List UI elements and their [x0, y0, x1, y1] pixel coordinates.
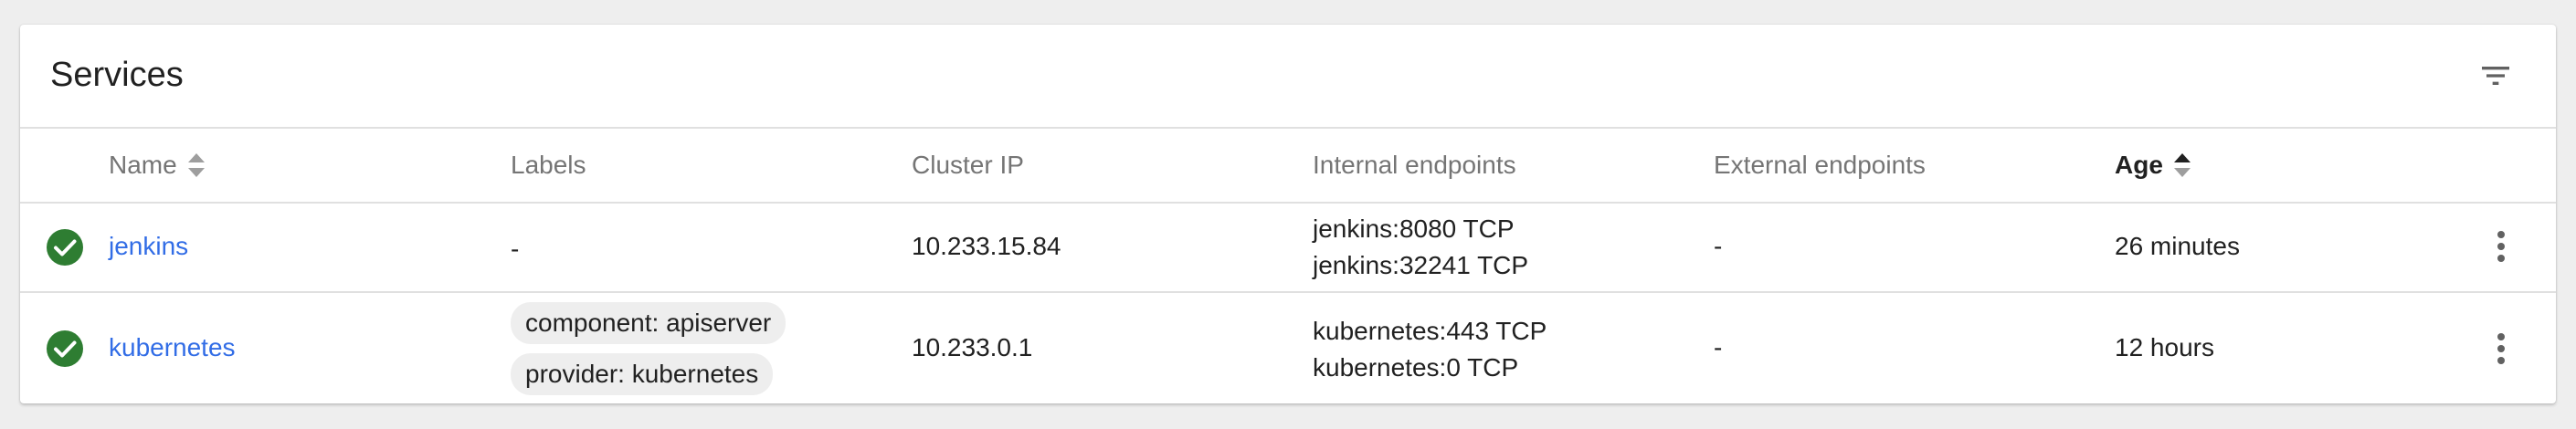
label-chip: provider: kubernetes — [511, 353, 774, 395]
more-vert-icon — [2497, 333, 2505, 364]
column-internal-endpoints: Internal endpoints — [1313, 151, 1516, 179]
column-labels: Labels — [511, 151, 586, 179]
check-circle-icon — [47, 330, 83, 367]
filter-list-icon — [2482, 67, 2509, 85]
card-title: Services — [50, 56, 184, 94]
table-row: jenkins - 10.233.15.84 jenkins:8080 TCP … — [20, 204, 2556, 293]
service-name-link[interactable]: jenkins — [109, 232, 188, 261]
row-actions-button[interactable] — [2488, 326, 2514, 371]
age-cell: 26 minutes — [2115, 232, 2240, 260]
internal-endpoint: kubernetes:0 TCP — [1313, 353, 1519, 382]
sort-arrows-icon[interactable] — [2172, 152, 2192, 179]
cluster-ip-cell: 10.233.0.1 — [912, 333, 1033, 361]
internal-endpoint: jenkins:32241 TCP — [1313, 251, 1529, 279]
filter-button[interactable] — [2470, 50, 2521, 101]
column-name[interactable]: Name — [109, 151, 206, 180]
cluster-ip-cell: 10.233.15.84 — [912, 232, 1061, 260]
column-name-label: Name — [109, 151, 177, 179]
internal-endpoints-cell: jenkins:8080 TCP jenkins:32241 TCP — [1313, 211, 1528, 284]
age-cell: 12 hours — [2115, 333, 2214, 361]
internal-endpoint: jenkins:8080 TCP — [1313, 214, 1515, 243]
services-card: Services Name Labels Cluster IP Internal… — [20, 25, 2556, 403]
external-endpoints-cell: - — [1714, 232, 1723, 260]
column-age-label: Age — [2115, 151, 2163, 179]
labels-cell: component: apiserver provider: kubernete… — [511, 302, 787, 404]
table-row: kubernetes component: apiserver provider… — [20, 293, 2556, 403]
labels-cell: - — [511, 235, 520, 263]
more-vert-icon — [2497, 231, 2505, 262]
column-age[interactable]: Age — [2115, 151, 2192, 180]
row-actions-button[interactable] — [2488, 224, 2514, 269]
column-external-endpoints: External endpoints — [1714, 151, 1926, 179]
internal-endpoints-cell: kubernetes:443 TCP kubernetes:0 TCP — [1313, 313, 1547, 386]
service-name-link[interactable]: kubernetes — [109, 333, 236, 362]
check-circle-icon — [47, 229, 83, 266]
column-cluster-ip: Cluster IP — [912, 151, 1024, 179]
label-chip: component: apiserver — [511, 302, 787, 344]
sort-arrows-icon[interactable] — [186, 152, 206, 179]
internal-endpoint: kubernetes:443 TCP — [1313, 317, 1547, 345]
external-endpoints-cell: - — [1714, 333, 1723, 361]
table-header: Name Labels Cluster IP Internal endpoint… — [20, 129, 2556, 204]
card-header: Services — [20, 25, 2556, 129]
